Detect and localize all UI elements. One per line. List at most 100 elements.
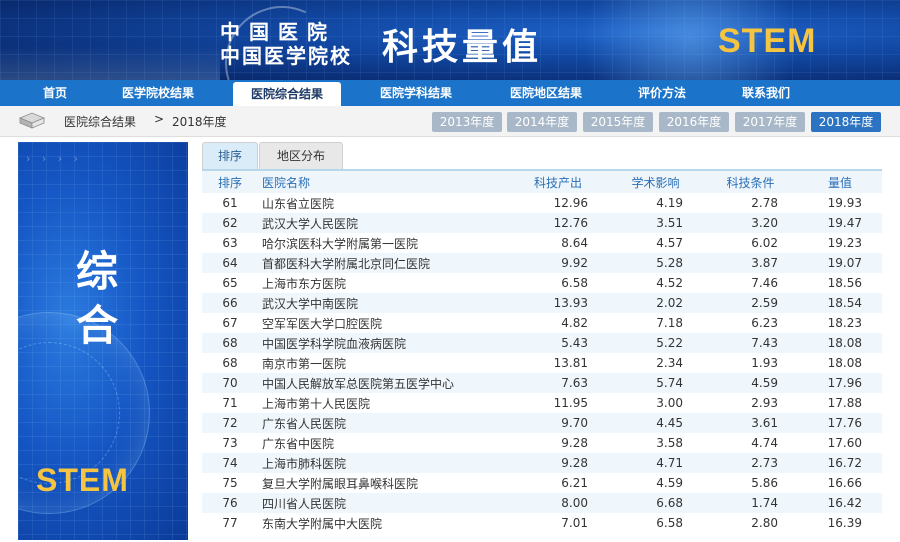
cell-hospital-name[interactable]: 复旦大学附属眼耳鼻喉科医院 <box>258 473 508 493</box>
nav-item-hospital-discipline[interactable]: 医院学科结果 <box>366 80 466 106</box>
cell-hospital-name[interactable]: 四川省人民医院 <box>258 493 508 513</box>
breadcrumb-level1[interactable]: 医院综合结果 <box>64 113 136 130</box>
cell-hospital-name[interactable]: 空军军医大学口腔医院 <box>258 313 508 333</box>
cell-condition: 4.59 <box>703 373 798 393</box>
cell-score: 18.54 <box>798 293 882 313</box>
cell-output: 9.28 <box>508 453 608 473</box>
cell-rank: 61 <box>202 193 258 213</box>
cell-output: 12.96 <box>508 193 608 213</box>
cell-output: 11.95 <box>508 393 608 413</box>
table-row: 63 哈尔滨医科大学附属第一医院 8.64 4.57 6.02 19.23 <box>202 233 882 253</box>
cell-output: 13.93 <box>508 293 608 313</box>
cell-score: 16.39 <box>798 513 882 533</box>
cell-rank: 67 <box>202 313 258 333</box>
cell-hospital-name[interactable]: 哈尔滨医科大学附属第一医院 <box>258 233 508 253</box>
cell-condition: 3.87 <box>703 253 798 273</box>
banner-skyline <box>0 46 220 80</box>
cell-hospital-name[interactable]: 中国人民解放军总医院第五医学中心 <box>258 373 508 393</box>
cell-impact: 4.59 <box>608 473 703 493</box>
cell-hospital-name[interactable]: 东南大学附属中大医院 <box>258 513 508 533</box>
table-row: 77 东南大学附属中大医院 7.01 6.58 2.80 16.39 <box>202 513 882 533</box>
cell-impact: 3.51 <box>608 213 703 233</box>
cell-score: 17.88 <box>798 393 882 413</box>
table-row: 67 空军军医大学口腔医院 4.82 7.18 6.23 18.23 <box>202 313 882 333</box>
cell-condition: 6.02 <box>703 233 798 253</box>
nav-item-contact[interactable]: 联系我们 <box>726 80 806 106</box>
cell-rank: 74 <box>202 453 258 473</box>
cell-rank: 71 <box>202 393 258 413</box>
year-button-2016[interactable]: 2016年度 <box>659 112 729 132</box>
year-button-2017[interactable]: 2017年度 <box>735 112 805 132</box>
cell-score: 16.72 <box>798 453 882 473</box>
year-button-2013[interactable]: 2013年度 <box>432 112 502 132</box>
cell-output: 6.21 <box>508 473 608 493</box>
ranking-table-container[interactable]: 排序 医院名称 科技产出 学术影响 科技条件 量值 61 山东省立医院 12.96 4… <box>202 169 882 542</box>
nav-item-school-results[interactable]: 医学院校结果 <box>108 80 208 106</box>
table-body: 61 山东省立医院 12.96 4.19 2.78 19.93 62 武汉大学人民医院 12.7… <box>202 193 882 533</box>
nav-item-hospital-region[interactable]: 医院地区结果 <box>496 80 596 106</box>
cell-rank: 73 <box>202 433 258 453</box>
cell-hospital-name[interactable]: 首都医科大学附属北京同仁医院 <box>258 253 508 273</box>
cell-impact: 4.71 <box>608 453 703 473</box>
table-row: 66 武汉大学中南医院 13.93 2.02 2.59 18.54 <box>202 293 882 313</box>
table-row: 73 广东省中医院 9.28 3.58 4.74 17.60 <box>202 433 882 453</box>
table-row: 62 武汉大学人民医院 12.76 3.51 3.20 19.47 <box>202 213 882 233</box>
cell-hospital-name[interactable]: 上海市第十人民医院 <box>258 393 508 413</box>
main-nav: 首页 医学院校结果 医院综合结果 医院学科结果 医院地区结果 评价方法 联系我们 <box>0 80 900 108</box>
cell-score: 17.96 <box>798 373 882 393</box>
cell-impact: 6.58 <box>608 513 703 533</box>
cell-impact: 4.57 <box>608 233 703 253</box>
table-row: 64 首都医科大学附属北京同仁医院 9.92 5.28 3.87 19.07 <box>202 253 882 273</box>
cell-hospital-name[interactable]: 广东省中医院 <box>258 433 508 453</box>
cell-hospital-name[interactable]: 广东省人民医院 <box>258 413 508 433</box>
cell-output: 6.58 <box>508 273 608 293</box>
breadcrumb-separator: > <box>154 112 165 126</box>
tab-region-distribution[interactable]: 地区分布 <box>259 142 343 170</box>
cell-impact: 4.19 <box>608 193 703 213</box>
tab-ranking[interactable]: 排序 <box>202 142 258 170</box>
cell-hospital-name[interactable]: 山东省立医院 <box>258 193 508 213</box>
cell-score: 17.76 <box>798 413 882 433</box>
cell-hospital-name[interactable]: 武汉大学中南医院 <box>258 293 508 313</box>
cell-hospital-name[interactable]: 上海市肺科医院 <box>258 453 508 473</box>
cell-hospital-name[interactable]: 上海市东方医院 <box>258 273 508 293</box>
side-title-char1: 综 <box>76 247 119 296</box>
cell-impact: 6.68 <box>608 493 703 513</box>
cell-condition: 2.59 <box>703 293 798 313</box>
cell-condition: 7.43 <box>703 333 798 353</box>
cell-impact: 3.00 <box>608 393 703 413</box>
cell-score: 16.66 <box>798 473 882 493</box>
table-row: 75 复旦大学附属眼耳鼻喉科医院 6.21 4.59 5.86 16.66 <box>202 473 882 493</box>
cell-condition: 2.73 <box>703 453 798 473</box>
cell-hospital-name[interactable]: 南京市第一医院 <box>258 353 508 373</box>
cell-hospital-name[interactable]: 中国医学科学院血液病医院 <box>258 333 508 353</box>
cell-output: 4.82 <box>508 313 608 333</box>
table-row: 68 南京市第一医院 13.81 2.34 1.93 18.08 <box>202 353 882 373</box>
cell-impact: 3.58 <box>608 433 703 453</box>
cell-rank: 63 <box>202 233 258 253</box>
table-header-row: 排序 医院名称 科技产出 学术影响 科技条件 量值 <box>202 171 882 193</box>
year-button-2018[interactable]: 2018年度 <box>811 112 881 132</box>
breadcrumb-level2: 2018年度 <box>172 115 227 129</box>
cell-rank: 66 <box>202 293 258 313</box>
cell-condition: 2.93 <box>703 393 798 413</box>
nav-item-methodology[interactable]: 评价方法 <box>622 80 702 106</box>
cell-hospital-name[interactable]: 武汉大学人民医院 <box>258 213 508 233</box>
cell-condition: 2.80 <box>703 513 798 533</box>
cell-rank: 76 <box>202 493 258 513</box>
cell-condition: 2.78 <box>703 193 798 213</box>
table-row: 72 广东省人民医院 9.70 4.45 3.61 17.76 <box>202 413 882 433</box>
year-button-2015[interactable]: 2015年度 <box>583 112 653 132</box>
header-hospital-name: 医院名称 <box>258 171 508 193</box>
year-button-2014[interactable]: 2014年度 <box>507 112 577 132</box>
side-banner: › › › › 综 合 STEM <box>18 142 188 540</box>
cell-output: 7.63 <box>508 373 608 393</box>
table-row: 76 四川省人民医院 8.00 6.68 1.74 16.42 <box>202 493 882 513</box>
nav-item-home[interactable]: 首页 <box>30 80 80 106</box>
cell-condition: 5.86 <box>703 473 798 493</box>
cell-score: 18.08 <box>798 333 882 353</box>
table-row: 61 山东省立医院 12.96 4.19 2.78 19.93 <box>202 193 882 213</box>
nav-item-hospital-overall[interactable]: 医院综合结果 <box>233 82 341 106</box>
banner-title: 科技量值 <box>382 27 543 68</box>
table-row: 70 中国人民解放军总医院第五医学中心 7.63 5.74 4.59 17.96 <box>202 373 882 393</box>
